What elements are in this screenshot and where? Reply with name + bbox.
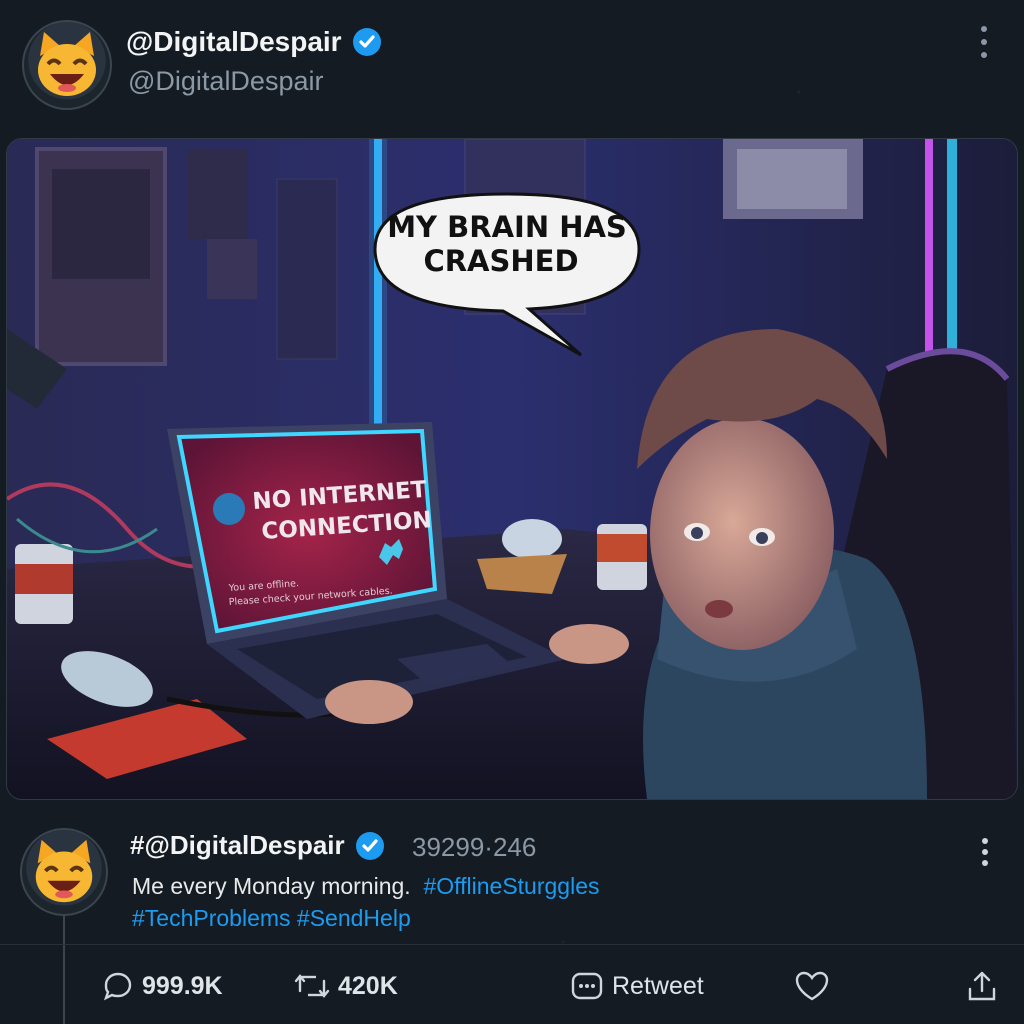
tweet-media-image[interactable]: NO INTERNET CONNECTION You are offline. … (6, 138, 1018, 800)
retweet-label: Retweet (612, 971, 704, 1000)
tweet-body: Me every Monday morning. (132, 873, 411, 899)
repost-count: 420K (338, 971, 398, 1000)
avatar[interactable] (22, 20, 112, 110)
more-icon[interactable] (980, 838, 990, 866)
repost-icon (294, 974, 330, 998)
more-icon[interactable] (978, 26, 990, 58)
reply-button[interactable]: 999.9K (102, 966, 223, 1006)
speech-bubble-line1: MY BRAIN HAS (387, 210, 627, 244)
retweet-icon (571, 972, 603, 1000)
verified-badge-icon (352, 28, 381, 56)
tweet-author[interactable]: #@DigitalDespair (130, 830, 385, 861)
retweet-button[interactable]: Retweet (570, 966, 704, 1006)
reply-count: 999.9K (142, 971, 223, 1000)
like-icon (795, 971, 829, 1001)
repost-button[interactable]: 420K (294, 966, 398, 1006)
share-button[interactable] (966, 966, 998, 1006)
display-name-text: @DigitalDespair (126, 26, 342, 57)
tweet-meta: 39299·246 (412, 832, 537, 862)
reply-icon (103, 972, 132, 1001)
divider (0, 944, 1024, 945)
speech-bubble-line2: CRASHED (423, 244, 578, 278)
thread-line (63, 914, 65, 1024)
avatar-small[interactable] (20, 828, 108, 916)
verified-badge-icon (355, 831, 384, 860)
handle[interactable]: @DigitalDespair (128, 66, 323, 97)
display-name[interactable]: @DigitalDespair (126, 26, 382, 58)
hashtag-link[interactable]: #TechProblems (132, 905, 291, 931)
like-button[interactable] (794, 966, 830, 1006)
cat-emoji-avatar-icon (35, 839, 93, 903)
hashtag-link[interactable]: #SendHelp (297, 905, 411, 931)
share-icon (968, 971, 996, 1001)
tweet-author-name: #@DigitalDespair (130, 830, 345, 860)
tweet-text: Me every Monday morning. #OfflineSturggl… (132, 870, 992, 934)
hashtag-link[interactable]: #OfflineSturggles (423, 873, 599, 899)
cat-emoji-avatar-icon (38, 32, 96, 96)
